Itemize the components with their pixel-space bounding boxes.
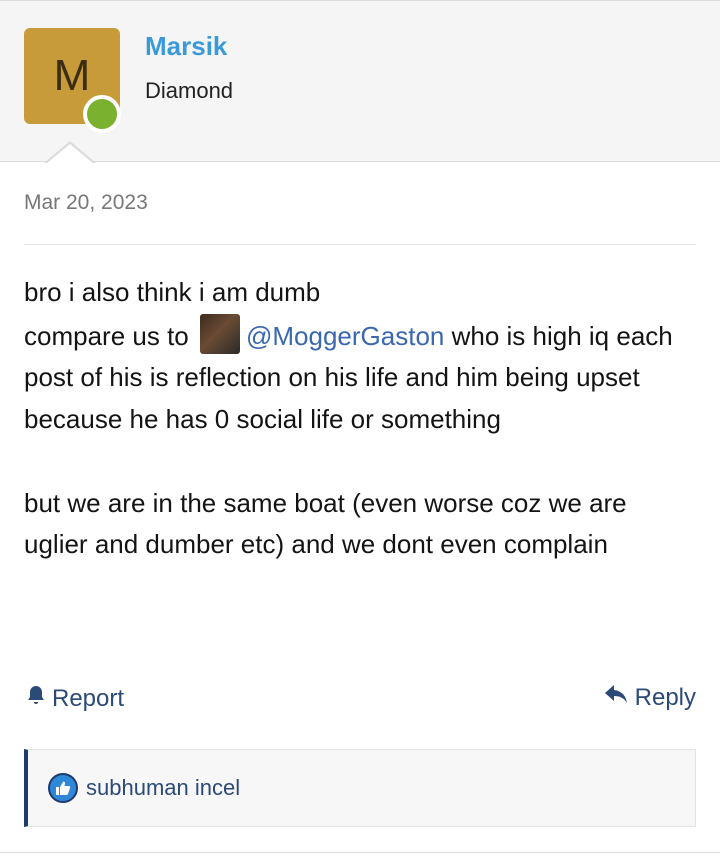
- thumbs-up-icon: [48, 773, 78, 803]
- reply-arrow-icon: [603, 683, 629, 712]
- divider: [24, 244, 696, 245]
- username-link[interactable]: Marsik: [145, 31, 227, 62]
- post-paragraph: but we are in the same boat (even worse …: [24, 487, 627, 560]
- avatar-letter: M: [53, 51, 91, 100]
- post-header: M Marsik Diamond: [0, 0, 720, 164]
- bell-icon: [24, 683, 48, 714]
- post-actions: Report Reply: [24, 680, 696, 720]
- post-text: compare us to: [24, 320, 189, 351]
- post-date[interactable]: Mar 20, 2023: [24, 191, 148, 215]
- header-pointer-fill: [46, 144, 94, 164]
- user-mention-link[interactable]: @MoggerGaston: [246, 321, 444, 351]
- reply-button[interactable]: Reply: [603, 683, 696, 712]
- online-status-icon: [83, 95, 121, 133]
- post-body: bro i also think i am dumb compare us to…: [24, 272, 696, 566]
- post-line: bro i also think i am dumb: [24, 277, 321, 307]
- reactions-bar[interactable]: subhuman incel: [24, 749, 696, 827]
- reaction-users[interactable]: subhuman incel: [86, 775, 240, 801]
- report-label: Report: [52, 684, 125, 712]
- reply-label: Reply: [634, 683, 696, 711]
- mention-avatar[interactable]: [199, 313, 240, 354]
- user-rank: Diamond: [145, 78, 234, 103]
- post-paragraph: compare us to @MoggerGaston who is high …: [24, 313, 696, 441]
- divider: [0, 852, 720, 853]
- report-button[interactable]: Report: [24, 683, 124, 714]
